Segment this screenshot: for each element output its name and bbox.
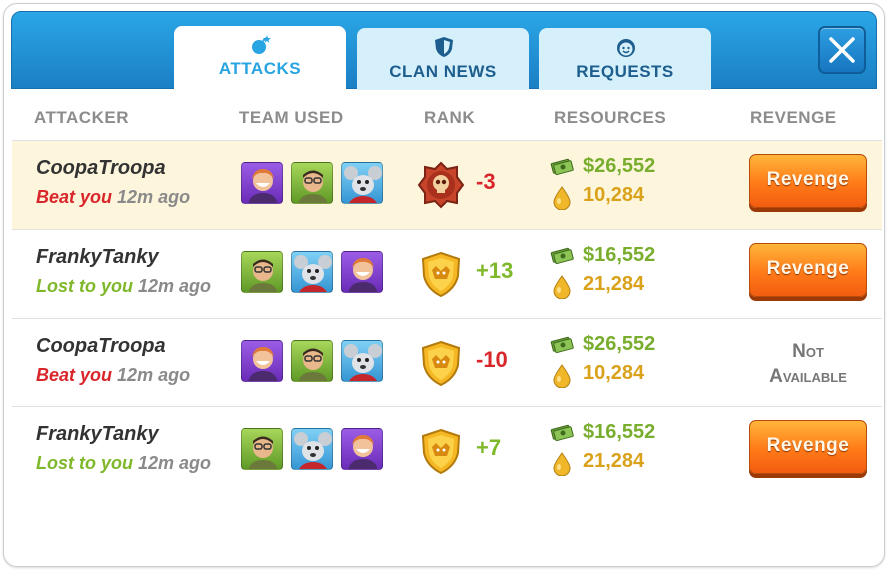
column-header-team-used: TEAM USED [239,108,344,127]
revenge-not-available: Not Available [769,341,847,387]
rank-change: +7 [476,435,502,460]
tab-clan-news[interactable]: CLAN NEWS [357,28,529,90]
attack-status: Lost to you 12m ago [36,276,211,297]
bomb-icon [252,35,271,54]
cash-icon [550,424,574,442]
revenge-button[interactable]: Revenge [749,154,867,208]
rank-change: -10 [476,347,508,372]
cash-amount: $16,552 [583,244,656,266]
green-hero-avatar [241,251,283,293]
rank-change: +13 [476,258,514,283]
attack-status: Lost to you 12m ago [36,453,211,474]
gold-shield-rank-icon [421,340,461,387]
attacker-name: CoopaTroopa [36,335,166,357]
close-icon [829,37,855,63]
elixir-amount: 21,284 [583,273,645,295]
tab-requests[interactable]: REQUESTS [539,28,711,90]
tab-attacks-label: ATTACKS [218,59,302,78]
attack-time: 12m ago [138,276,212,296]
column-header-attacker: ATTACKER [34,108,129,127]
revenge-button[interactable]: Revenge [749,420,867,474]
column-header-revenge: REVENGE [750,108,837,127]
revenge-button-label: Revenge [766,258,850,279]
attack-row: FrankyTanky Lost to you 12m ago +13 $16,… [12,229,882,318]
face-icon [617,39,635,57]
elixir-amount: 10,284 [583,362,645,384]
mouse-hero-avatar [291,428,333,470]
purple-hero-avatar [241,162,283,204]
tab-bar: ATTACKS CLAN NEWS REQUESTS [11,11,877,90]
attack-row: CoopaTroopa Beat you 12m ago -3 $26,552 … [12,140,882,229]
elixir-drop-icon [553,186,571,210]
elixir-amount: 10,284 [583,184,645,206]
cash-icon [550,158,574,176]
cash-amount: $26,552 [583,333,656,355]
attack-result: Beat you [36,365,113,385]
attack-time: 12m ago [117,187,191,207]
elixir-drop-icon [553,452,571,476]
mouse-hero-avatar [341,162,383,204]
tab-attacks[interactable]: ATTACKS [174,26,346,90]
cash-amount: $16,552 [583,421,656,443]
skull-rank-icon [417,161,465,209]
attacker-name: FrankyTanky [36,423,159,445]
close-button[interactable] [818,26,866,74]
revenge-button-label: Revenge [766,169,850,190]
elixir-amount: 21,284 [583,450,645,472]
rank-change: -3 [476,169,496,194]
column-header-resources: RESOURCES [554,108,667,127]
attack-row: CoopaTroopa Beat you 12m ago -10 $26,552… [12,318,882,407]
attack-result: Beat you [36,187,113,207]
attacker-name: CoopaTroopa [36,157,166,179]
attacker-name: FrankyTanky [36,246,159,268]
elixir-drop-icon [553,275,571,299]
attack-time: 12m ago [138,453,212,473]
cash-icon [550,247,574,265]
cash-amount: $26,552 [583,155,656,177]
attack-row: FrankyTanky Lost to you 12m ago +7 $16,5… [12,406,882,495]
revenge-button[interactable]: Revenge [749,243,867,297]
gold-shield-rank-icon [421,428,461,475]
attack-result: Lost to you [36,276,133,296]
shield-icon [435,37,453,57]
tab-requests-label: REQUESTS [576,62,674,81]
purple-hero-avatar [341,251,383,293]
mouse-hero-avatar [291,251,333,293]
purple-hero-avatar [341,428,383,470]
green-hero-avatar [241,428,283,470]
gold-shield-rank-icon [421,251,461,298]
column-header-rank: RANK [424,108,476,127]
attack-result: Lost to you [36,453,133,473]
cash-icon [550,336,574,354]
attack-log-panel: ATTACKS CLAN NEWS REQUESTS ATTACKER TEAM… [3,3,885,567]
revenge-button-label: Revenge [766,435,850,456]
attack-status: Beat you 12m ago [36,365,190,386]
purple-hero-avatar [241,340,283,382]
elixir-drop-icon [553,364,571,388]
mouse-hero-avatar [341,340,383,382]
tab-clan-news-label: CLAN NEWS [389,62,497,81]
green-hero-avatar [291,340,333,382]
attack-time: 12m ago [117,365,191,385]
green-hero-avatar [291,162,333,204]
attack-status: Beat you 12m ago [36,187,190,208]
